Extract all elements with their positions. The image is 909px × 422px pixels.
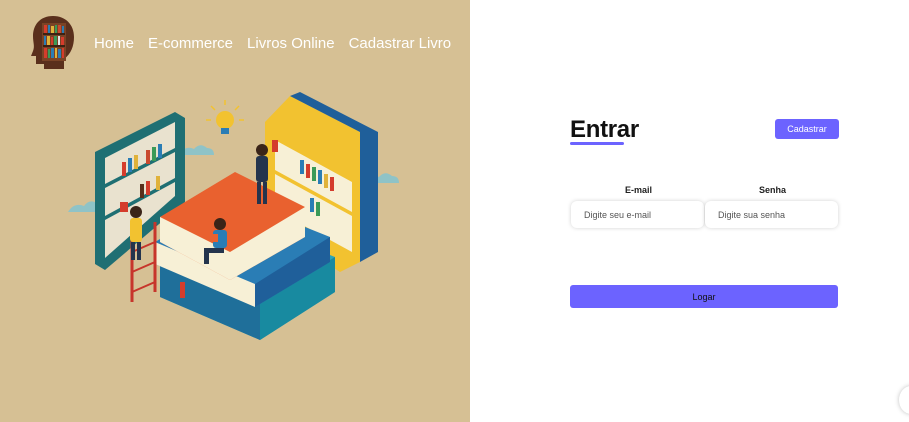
login-title: Entrar xyxy=(570,116,639,143)
nav-item-ecommerce[interactable]: E-commerce xyxy=(148,35,233,52)
head-bookshelf-logo-icon[interactable] xyxy=(30,14,76,70)
email-field[interactable] xyxy=(571,201,704,228)
lightbulb-icon xyxy=(206,100,244,134)
nav-item-home[interactable]: Home xyxy=(94,35,134,52)
title-underline xyxy=(570,142,624,145)
main-nav: Home E-commerce Livros Online Cadastrar … xyxy=(94,35,451,52)
login-button[interactable]: Logar xyxy=(570,285,838,308)
nav-item-livros-online[interactable]: Livros Online xyxy=(247,35,335,52)
nav-item-cadastrar-livro[interactable]: Cadastrar Livro xyxy=(349,35,452,52)
email-label: E-mail xyxy=(625,185,653,195)
floating-widget[interactable] xyxy=(899,386,909,414)
password-label: Senha xyxy=(759,185,787,195)
password-field[interactable] xyxy=(705,201,838,228)
login-panel: Entrar Cadastrar E-mail Senha Logar xyxy=(470,0,909,422)
register-button[interactable]: Cadastrar xyxy=(775,119,839,139)
books-reading-illustration xyxy=(66,92,399,340)
left-panel: Home E-commerce Livros Online Cadastrar … xyxy=(0,0,470,422)
